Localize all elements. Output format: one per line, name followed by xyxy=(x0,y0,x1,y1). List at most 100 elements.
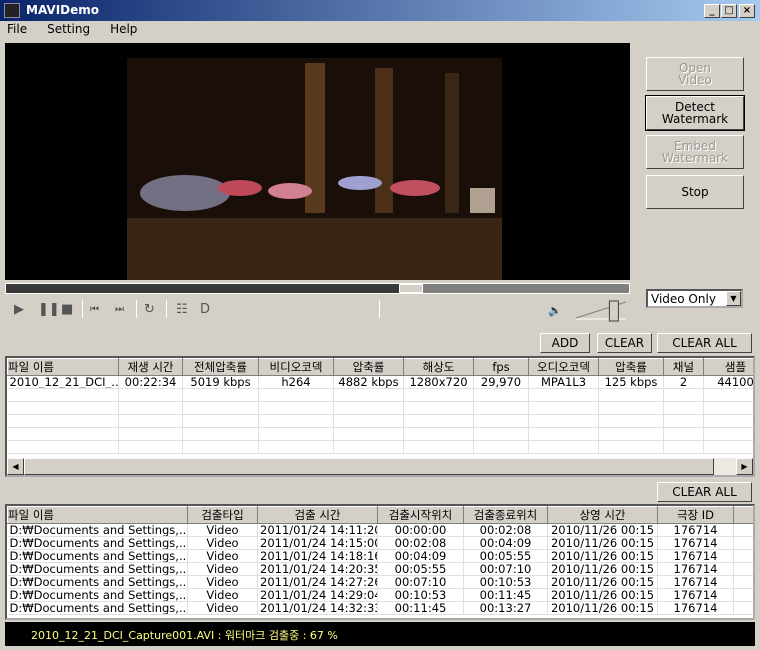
table-cell xyxy=(473,401,529,415)
table-cell xyxy=(403,401,474,415)
table-cell xyxy=(258,440,334,454)
column-header[interactable]: 압축률 xyxy=(333,358,404,376)
volume-slider[interactable] xyxy=(574,298,629,322)
table-row[interactable]: D:₩Documents and Settings,.. Video 2011/01… xyxy=(7,562,753,576)
table-cell: 176714 xyxy=(657,536,734,550)
repeat-icon[interactable]: ↻ xyxy=(144,302,155,317)
table-cell: D:₩Documents and Settings,.. xyxy=(7,549,188,563)
column-header[interactable]: 상영 시간 xyxy=(547,506,658,524)
open-video-button[interactable]: Open Video xyxy=(646,57,744,91)
mode-select[interactable]: Video Only ▼ xyxy=(646,289,743,308)
menu-setting[interactable]: Setting xyxy=(44,22,93,36)
table-cell xyxy=(733,562,753,576)
clear-all-button[interactable]: CLEAR ALL xyxy=(657,333,752,353)
detect-watermark-button[interactable]: Detect Watermark xyxy=(645,95,745,131)
table-cell xyxy=(703,388,753,402)
table-cell: 2011/01/24 14:27:26 xyxy=(257,575,378,589)
table-cell: Video xyxy=(187,562,258,576)
pause-icon[interactable]: ❚❚ xyxy=(38,302,60,317)
table-row[interactable] xyxy=(7,440,753,454)
scroll-left-icon[interactable]: ◀ xyxy=(7,458,24,475)
table-cell: 2011/01/24 14:32:33 xyxy=(257,601,378,615)
column-header[interactable]: 극장 ID xyxy=(657,506,734,524)
column-header[interactable]: 검출타입 xyxy=(187,506,258,524)
playlist-icon[interactable]: ☷ xyxy=(176,302,188,317)
seek-bar[interactable] xyxy=(5,283,630,294)
scroll-right-icon[interactable]: ▶ xyxy=(736,458,753,475)
table-row[interactable]: D:₩Documents and Settings,.. Video 2011/01… xyxy=(7,588,753,602)
column-header[interactable]: 재생 시간 xyxy=(118,358,183,376)
column-header[interactable]: 파일 이름 xyxy=(7,506,188,524)
table-cell xyxy=(598,388,664,402)
add-button[interactable]: ADD xyxy=(540,333,590,353)
table-cell: 00:07:10 xyxy=(463,562,548,576)
table-row[interactable]: D:₩Documents and Settings,.. Video 2011/01… xyxy=(7,536,753,550)
table-cell: 2010/11/26 00:15 xyxy=(547,562,658,576)
table-row[interactable]: D:₩Documents and Settings,.. Video 2011/01… xyxy=(7,601,753,615)
table-cell xyxy=(733,523,753,537)
detect-clear-all-button[interactable]: CLEAR ALL xyxy=(657,482,752,502)
table-cell: 2010/11/26 00:15 xyxy=(547,575,658,589)
minimize-button[interactable]: _ xyxy=(704,4,720,18)
table-cell xyxy=(598,427,664,441)
table-row[interactable] xyxy=(7,388,753,402)
table-row[interactable]: D:₩Documents and Settings,.. Video 2011/01… xyxy=(7,523,753,537)
table-cell: 2011/01/24 14:20:35 xyxy=(257,562,378,576)
table-cell: 00:04:09 xyxy=(463,536,548,550)
status-bar: 2010_12_21_DCI_Capture001.AVI : 워터마크 검출중… xyxy=(5,622,755,646)
chevron-down-icon[interactable]: ▼ xyxy=(726,291,741,306)
volume-icon[interactable]: 🔈 xyxy=(548,304,562,317)
table-cell xyxy=(258,414,334,428)
table-cell: 00:00:00 xyxy=(377,523,464,537)
scroll-thumb[interactable] xyxy=(24,458,714,475)
maximize-button[interactable]: □ xyxy=(721,4,737,18)
table-row[interactable]: D:₩Documents and Settings,.. Video 2011/01… xyxy=(7,575,753,589)
stop-icon[interactable]: ■ xyxy=(61,302,73,317)
column-header[interactable]: 검출 시간 xyxy=(257,506,378,524)
column-header[interactable]: 해상도 xyxy=(403,358,474,376)
table-cell xyxy=(403,440,474,454)
table-cell xyxy=(528,401,599,415)
table-row[interactable]: D:₩Documents and Settings,.. Video 2011/01… xyxy=(7,549,753,563)
play-icon[interactable]: ▶ xyxy=(14,302,24,317)
table-cell: 2011/01/24 14:11:20 xyxy=(257,523,378,537)
table-cell: 2 xyxy=(663,375,704,389)
column-header[interactable]: 오디오코덱 xyxy=(528,358,599,376)
column-header[interactable]: 샘플 xyxy=(703,358,753,376)
table-cell: 176714 xyxy=(657,601,734,615)
table-cell xyxy=(333,401,404,415)
column-header[interactable]: fps xyxy=(473,358,529,376)
table-cell: 176714 xyxy=(657,588,734,602)
table-row[interactable] xyxy=(7,401,753,415)
table-cell xyxy=(182,401,259,415)
table-row[interactable] xyxy=(7,414,753,428)
d-icon[interactable]: D xyxy=(200,302,210,317)
prev-icon[interactable]: ⏮ xyxy=(90,304,99,315)
column-header[interactable]: 압축률 xyxy=(598,358,664,376)
clear-button[interactable]: CLEAR xyxy=(597,333,652,353)
menu-file[interactable]: File xyxy=(4,22,30,36)
stop-button[interactable]: Stop xyxy=(646,175,744,209)
column-header[interactable]: 검출시작위치 xyxy=(377,506,464,524)
table-cell xyxy=(7,427,119,441)
seek-thumb[interactable] xyxy=(399,284,424,293)
table-cell: h264 xyxy=(258,375,334,389)
table-row[interactable]: 2010_12_21_DCI_... 00:22:34 5019 kbps h264 4… xyxy=(7,375,753,389)
table-row[interactable] xyxy=(7,427,753,441)
seek-progress xyxy=(6,284,424,293)
column-header[interactable]: 파일 이름 xyxy=(7,358,119,376)
next-icon[interactable]: ⏭ xyxy=(115,304,124,315)
embed-watermark-button[interactable]: Embed Watermark xyxy=(646,135,744,169)
table-cell xyxy=(333,427,404,441)
video-display xyxy=(5,43,630,280)
close-button[interactable]: × xyxy=(739,4,755,18)
table-cell: 00:05:55 xyxy=(463,549,548,563)
table-cell xyxy=(473,388,529,402)
column-header[interactable]: 비디오코덱 xyxy=(258,358,334,376)
column-header[interactable]: 채널 xyxy=(663,358,704,376)
table-cell xyxy=(118,388,183,402)
column-header[interactable]: 전체압축률 xyxy=(182,358,259,376)
column-header[interactable]: 검출종료위치 xyxy=(463,506,548,524)
menu-help[interactable]: Help xyxy=(107,22,140,36)
horizontal-scrollbar[interactable]: ◀ ▶ xyxy=(7,458,753,475)
